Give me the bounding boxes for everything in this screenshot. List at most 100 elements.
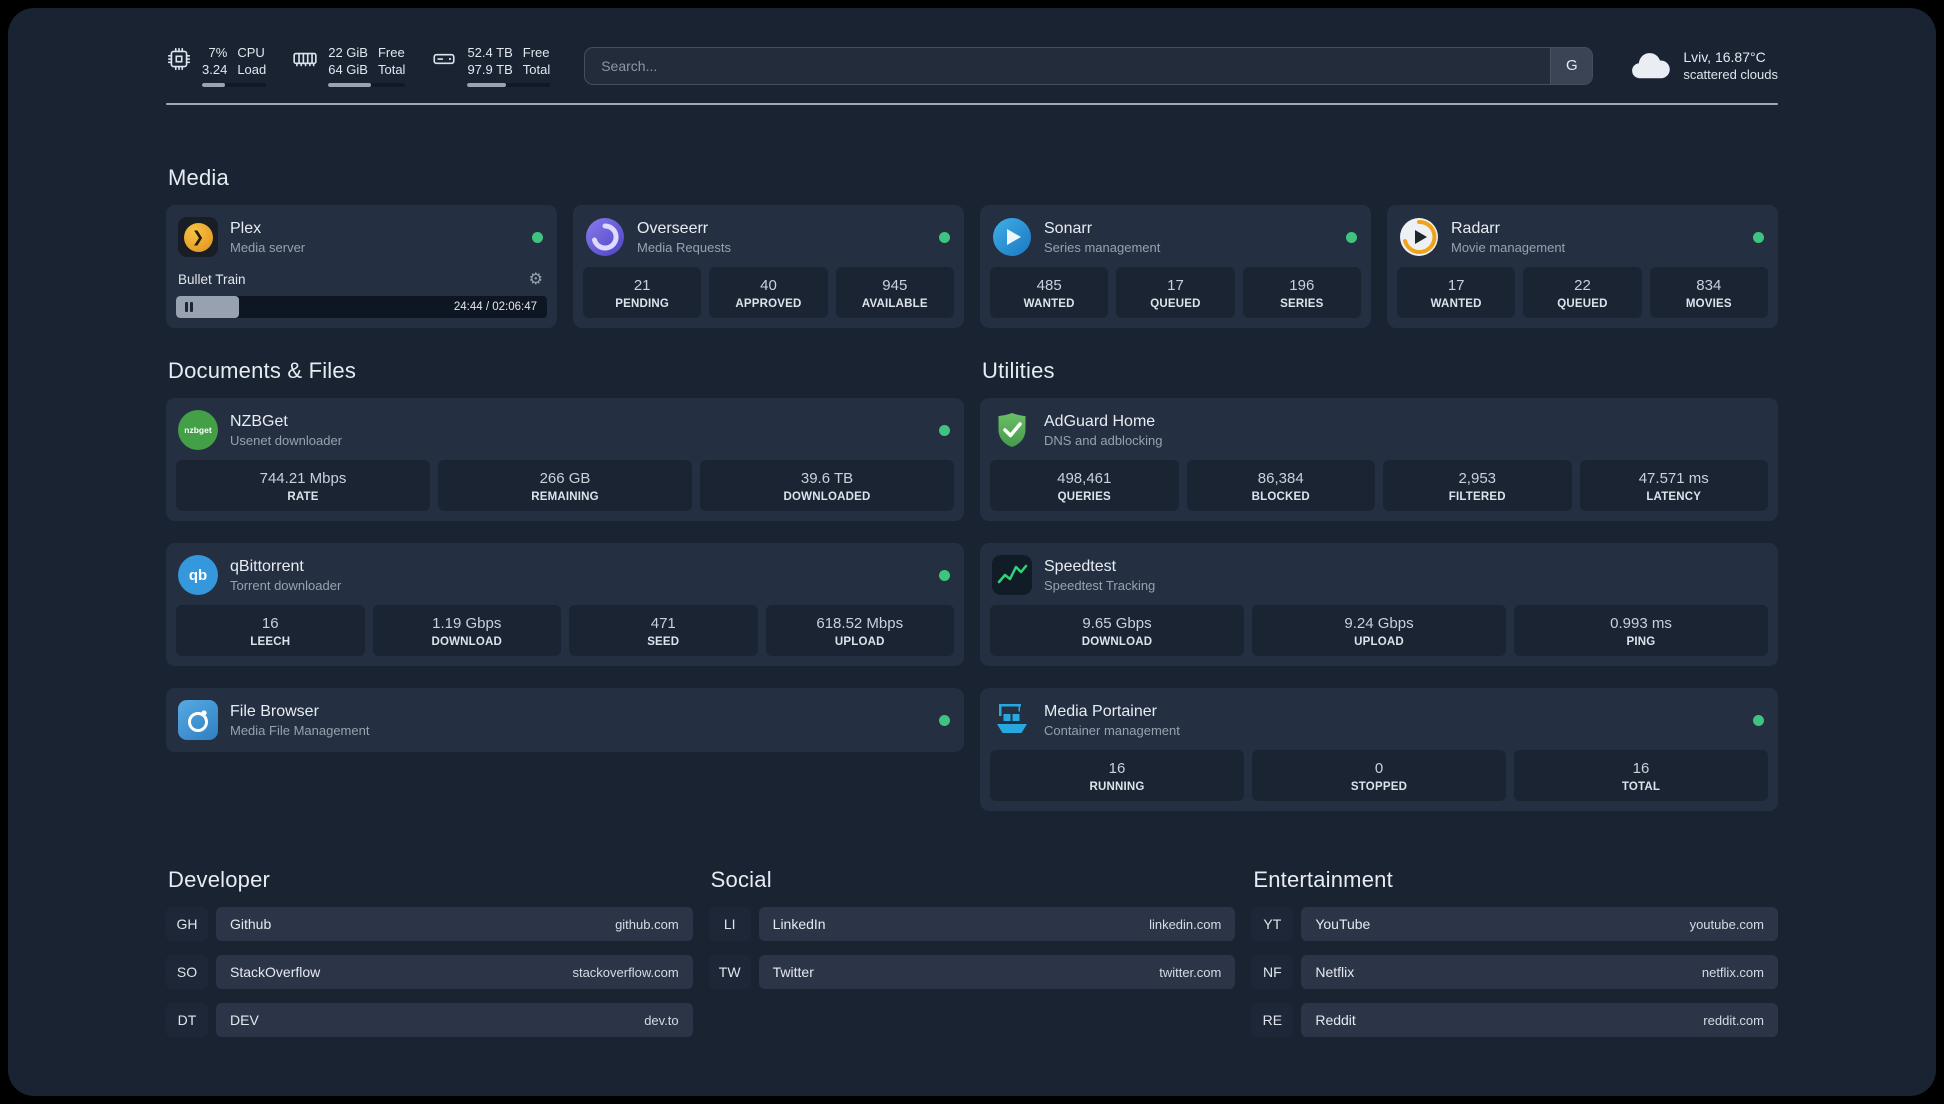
middle-section: Documents & Files nzbget NZBGet Usenet d… <box>166 358 1778 811</box>
filebrowser-card[interactable]: File Browser Media File Management <box>166 688 964 752</box>
bookmark-reddit[interactable]: RE Reddit reddit.com <box>1251 1003 1778 1037</box>
bookmark-url: twitter.com <box>1159 964 1222 980</box>
bookmark-name: Github <box>230 916 272 932</box>
bookmark-url: netflix.com <box>1701 964 1764 980</box>
stat-queued: 22 QUEUED <box>1523 267 1642 318</box>
cpu-icon <box>167 47 191 71</box>
stat-approved: 40 APPROVED <box>709 267 828 318</box>
bookmarks-entertainment: Entertainment YT YouTube youtube.com NF … <box>1251 867 1778 1051</box>
bookmark-name: Twitter <box>772 964 814 980</box>
utilities-column: Utilities AdGuard Home DNS and adblockin… <box>980 358 1778 811</box>
app-subtitle: Speedtest Tracking <box>1044 577 1156 593</box>
cpu-usage-label: CPU <box>237 45 265 60</box>
stat-queued: 17 QUEUED <box>1116 267 1235 318</box>
stat-leech: 16 LEECH <box>176 605 365 656</box>
stat-blocked: 86,384 BLOCKED <box>1186 460 1375 511</box>
cpu-progress-bar <box>202 83 267 87</box>
memory-progress-bar <box>328 83 406 87</box>
qbittorrent-icon: qb <box>178 555 218 595</box>
bookmarks-social: Social LI LinkedIn linkedin.com TW Twitt… <box>708 867 1236 1003</box>
bookmark-dev[interactable]: DT DEV dev.to <box>166 1003 693 1037</box>
stat-stopped: 0 STOPPED <box>1252 750 1506 801</box>
overseerr-card[interactable]: Overseerr Media Requests 21 PENDING 40 A… <box>573 205 964 328</box>
disk-total-value: 97.9 TB <box>467 62 513 77</box>
bookmarks-developer: Developer GH Github github.com SO StackO… <box>166 867 693 1051</box>
memory-free-value: 22 GiB <box>328 45 368 60</box>
bookmark-linkedin[interactable]: LI LinkedIn linkedin.com <box>708 907 1236 941</box>
top-bar: 7% 3.24 CPU Load 22 GiB 64 GiB Free Tota… <box>166 44 1778 87</box>
bookmark-url: linkedin.com <box>1149 916 1222 932</box>
app-name: qBittorrent <box>230 557 304 575</box>
memory-total-label: Total <box>377 62 406 77</box>
nzbget-icon: nzbget <box>178 410 218 450</box>
status-dot <box>1753 714 1764 726</box>
nzbget-card[interactable]: nzbget NZBGet Usenet downloader 744.21 M… <box>166 398 964 521</box>
stat-series: 196 SERIES <box>1242 267 1361 318</box>
plex-icon <box>178 217 218 257</box>
bookmark-github[interactable]: GH Github github.com <box>166 907 693 941</box>
dashboard: 7% 3.24 CPU Load 22 GiB 64 GiB Free Tota… <box>8 8 1936 1096</box>
bookmark-twitter[interactable]: TW Twitter twitter.com <box>708 955 1236 989</box>
app-name: NZBGet <box>230 412 288 430</box>
adguard-card[interactable]: AdGuard Home DNS and adblocking 498,461 … <box>980 398 1778 521</box>
status-dot <box>1346 231 1357 243</box>
app-name: AdGuard Home <box>1044 412 1156 430</box>
cpu-usage-value: 7% <box>208 45 228 60</box>
bookmark-url: dev.to <box>644 1012 679 1028</box>
plex-card[interactable]: Plex Media server Bullet Train <box>166 205 557 328</box>
app-name: Radarr <box>1451 219 1500 237</box>
stat-upload: 9.24 Gbps UPLOAD <box>1252 605 1506 656</box>
stat-pending: 21 PENDING <box>583 267 702 318</box>
bookmark-stackoverflow[interactable]: SO StackOverflow stackoverflow.com <box>166 955 693 989</box>
status-dot <box>532 231 543 243</box>
section-title-utilities: Utilities <box>982 358 1055 383</box>
app-name: Sonarr <box>1044 219 1093 237</box>
radarr-card[interactable]: Radarr Movie management 17 WANTED 22 QUE… <box>1387 205 1778 328</box>
stat-seed: 471 SEED <box>569 605 758 656</box>
playback-progress-bar[interactable]: 24:44 / 02:06:47 <box>176 296 547 318</box>
playback-time: 24:44 / 02:06:47 <box>453 301 537 313</box>
memory-widget: 22 GiB 64 GiB Free Total <box>292 44 406 87</box>
search-input[interactable] <box>585 47 1551 84</box>
search-provider-button[interactable]: G <box>1550 47 1593 84</box>
memory-icon <box>293 52 317 67</box>
cpu-load-value: 3.24 <box>202 62 228 77</box>
pause-icon[interactable] <box>184 301 194 313</box>
portainer-card[interactable]: Media Portainer Container management 16 … <box>980 688 1778 811</box>
app-name: Plex <box>230 219 262 237</box>
sonarr-icon <box>992 217 1032 257</box>
bookmark-abbr: LI <box>708 907 751 941</box>
filebrowser-icon <box>178 700 218 740</box>
bookmark-abbr: TW <box>708 955 751 989</box>
stat-remaining: 266 GB REMAINING <box>438 460 692 511</box>
disk-widget: 52.4 TB 97.9 TB Free Total <box>431 44 551 87</box>
bookmark-url: github.com <box>615 916 679 932</box>
sonarr-card[interactable]: Sonarr Series management 485 WANTED 17 Q… <box>980 205 1371 328</box>
app-subtitle: Media server <box>230 239 306 255</box>
settings-gear-icon[interactable] <box>529 269 543 289</box>
speedtest-card[interactable]: Speedtest Speedtest Tracking 9.65 Gbps D… <box>980 543 1778 666</box>
cpu-load-label: Load <box>237 62 267 77</box>
disk-progress-bar <box>467 83 551 87</box>
bookmark-abbr: DT <box>166 1003 208 1037</box>
weather-widget: Lviv, 16.87°C scattered clouds <box>1627 48 1778 84</box>
status-dot <box>1753 231 1764 243</box>
app-subtitle: DNS and adblocking <box>1044 432 1163 448</box>
stat-upload: 618.52 Mbps UPLOAD <box>765 605 954 656</box>
weather-condition: scattered clouds <box>1683 66 1778 82</box>
status-dot <box>939 714 950 726</box>
memory-total-value: 64 GiB <box>328 62 368 77</box>
qbittorrent-card[interactable]: qb qBittorrent Torrent downloader 16 LEE… <box>166 543 964 666</box>
bookmark-netflix[interactable]: NF Netflix netflix.com <box>1251 955 1778 989</box>
section-title-media: Media <box>168 165 229 190</box>
overseerr-icon <box>585 217 625 257</box>
status-dot <box>939 231 950 243</box>
adguard-icon <box>992 410 1032 450</box>
stat-movies: 834 MOVIES <box>1649 267 1768 318</box>
memory-progress-fill <box>328 83 371 87</box>
now-playing-title: Bullet Train <box>178 271 246 287</box>
bookmark-youtube[interactable]: YT YouTube youtube.com <box>1251 907 1778 941</box>
app-subtitle: Series management <box>1044 239 1161 255</box>
memory-free-label: Free <box>377 45 405 60</box>
bookmark-name: Netflix <box>1315 964 1355 980</box>
